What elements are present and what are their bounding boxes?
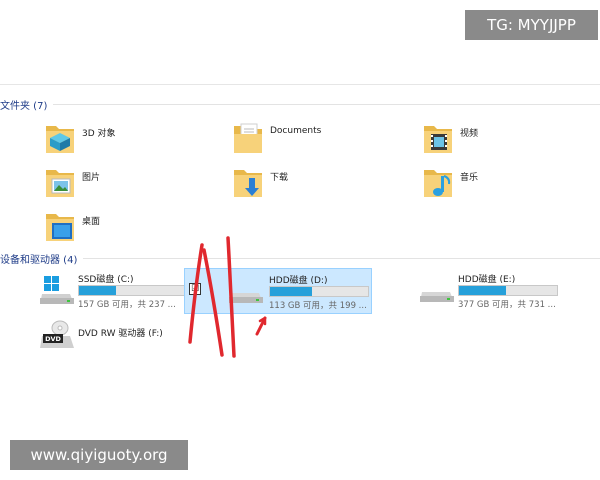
drive-name: SSD磁盘 (C:) xyxy=(78,275,134,285)
svg-text:DVD: DVD xyxy=(45,335,61,343)
music-folder-icon xyxy=(424,170,452,197)
drive-usage-bar xyxy=(269,286,369,297)
folders-group-title: 文件夹 (7) xyxy=(0,100,48,112)
drive-name: HDD磁盘 (E:) xyxy=(458,275,516,285)
3d-objects-folder-icon xyxy=(46,126,74,153)
annotation-strokes xyxy=(188,236,267,358)
watermark-bottom: www.qiyiguoty.org xyxy=(10,440,188,470)
drive-usage-bar xyxy=(458,285,558,296)
folders-group-header[interactable]: 文件夹 (7) xyxy=(0,96,600,112)
drives-group-title: 设备和驱动器 (4) xyxy=(0,254,78,266)
folder-label: 下载 xyxy=(270,173,289,183)
folder-music[interactable]: 音乐 xyxy=(422,164,572,206)
drives-group-rule xyxy=(83,257,600,259)
folder-label: 图片 xyxy=(82,173,101,183)
desktop-folder-icon xyxy=(46,214,74,241)
drive-name: DVD RW 驱动器 (F:) xyxy=(78,329,163,339)
folder-pictures[interactable]: 图片 xyxy=(44,164,194,206)
folder-3d-objects[interactable]: 3D 对象 xyxy=(44,120,194,162)
top-divider xyxy=(0,84,600,85)
watermark-top: TG: MYYJJPP xyxy=(465,10,598,40)
drive-e[interactable]: HDD磁盘 (E:) 377 GB 可用，共 731 ... xyxy=(420,268,580,314)
hard-drive-icon xyxy=(420,292,454,302)
folder-label: 桌面 xyxy=(82,217,101,227)
pictures-folder-icon xyxy=(46,170,74,197)
folder-videos[interactable]: 视频 xyxy=(422,120,572,162)
folder-downloads[interactable]: 下载 xyxy=(232,164,382,206)
dvd-drive-icon: DVD xyxy=(40,320,74,348)
drives-group-header[interactable]: 设备和驱动器 (4) xyxy=(0,250,600,266)
folder-label: 视频 xyxy=(460,129,479,139)
drive-free-space: 113 GB 可用，共 199 ... xyxy=(269,301,367,311)
drive-usage-bar xyxy=(78,285,190,296)
folder-desktop[interactable]: 桌面 xyxy=(44,208,194,250)
downloads-folder-icon xyxy=(234,170,262,197)
folder-label: 音乐 xyxy=(460,173,479,183)
drive-free-space: 157 GB 可用，共 237 ... xyxy=(78,300,176,310)
folder-documents[interactable]: Documents xyxy=(232,120,382,162)
drive-c[interactable]: SSD磁盘 (C:) 157 GB 可用，共 237 ... xyxy=(40,268,200,314)
documents-folder-icon xyxy=(234,123,262,153)
videos-folder-icon xyxy=(424,126,452,153)
folder-label: Documents xyxy=(270,126,322,136)
folder-label: 3D 对象 xyxy=(82,129,116,139)
windows-drive-icon xyxy=(40,276,74,304)
folders-group-rule xyxy=(53,103,600,105)
drive-free-space: 377 GB 可用，共 731 ... xyxy=(458,300,556,310)
